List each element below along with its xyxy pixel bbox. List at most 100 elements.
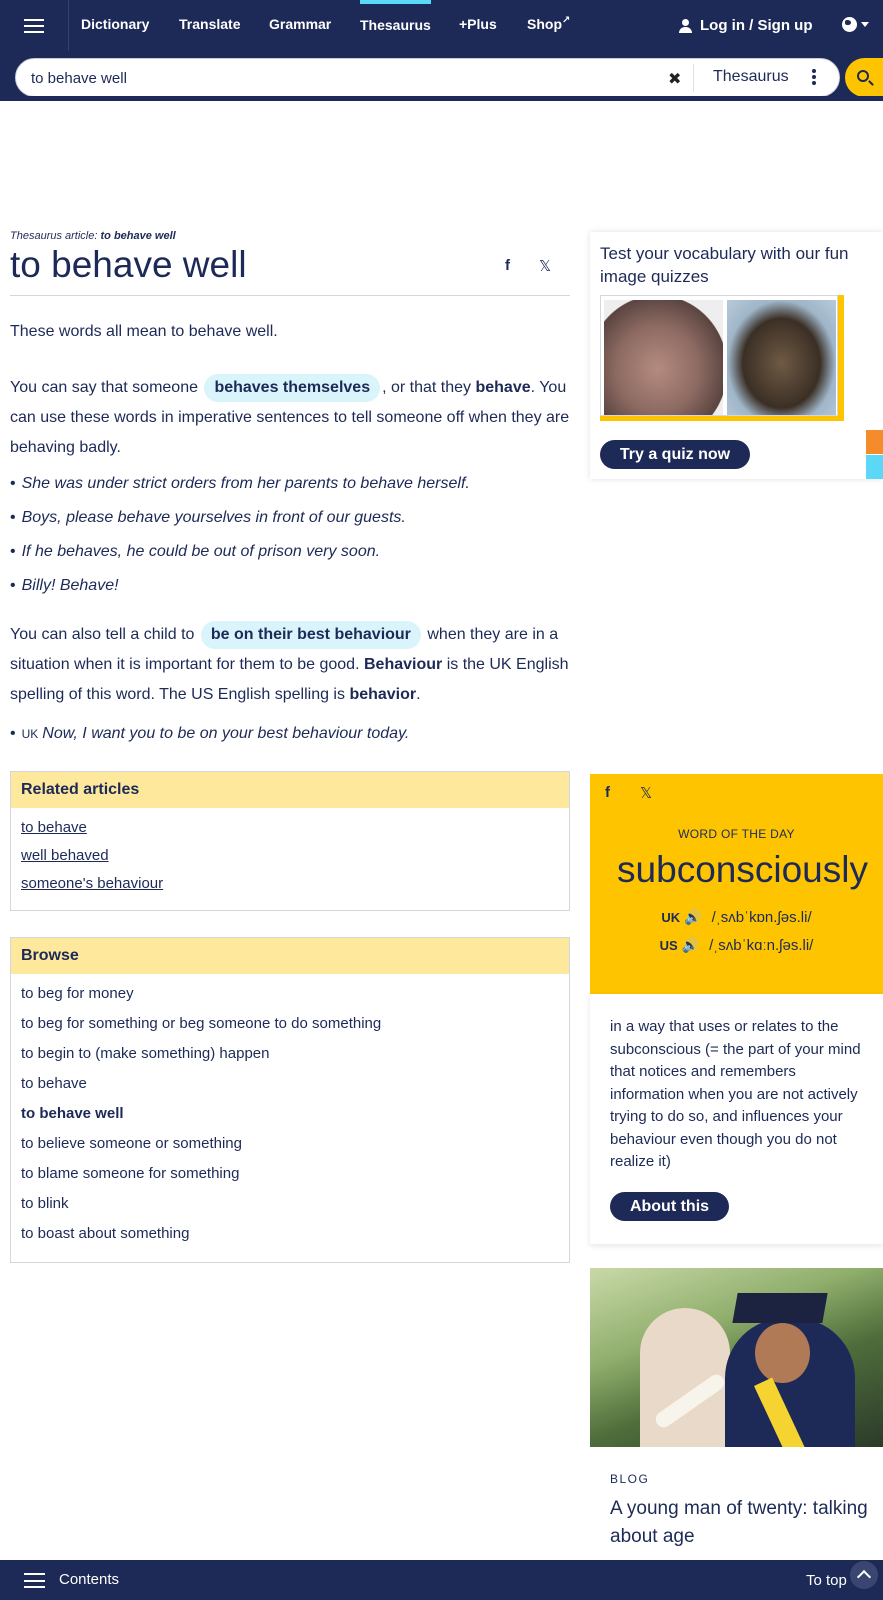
login-label: Log in / Sign up xyxy=(700,17,813,34)
dictionary-select[interactable]: Thesaurus xyxy=(713,68,789,86)
browse-item[interactable]: to behave xyxy=(21,1069,569,1099)
browse-item-current[interactable]: to behave well xyxy=(21,1099,569,1129)
graduation-photo xyxy=(590,1268,883,1447)
hamburger-icon xyxy=(24,18,44,33)
more-options-icon[interactable] xyxy=(812,69,816,85)
wotd-definition: in a way that uses or relates to the sub… xyxy=(610,1018,861,1170)
browse-item[interactable]: to blame someone for something xyxy=(21,1159,569,1189)
to-top-button[interactable]: To top xyxy=(806,1572,847,1589)
hippo-image xyxy=(604,300,723,415)
chevron-down-icon xyxy=(861,22,869,27)
browse-item[interactable]: to believe someone or something xyxy=(21,1129,569,1159)
nav-shop[interactable]: Shop↗ xyxy=(527,0,570,51)
globe-icon xyxy=(842,17,857,32)
feedback-tab[interactable] xyxy=(866,455,883,479)
keyword-pill: behaves themselves xyxy=(204,374,381,402)
bottom-bar: Contents To top xyxy=(0,1560,883,1600)
example-text: She was under strict orders from her par… xyxy=(21,475,470,492)
example-text: Billy! Behave! xyxy=(21,577,119,594)
example-sentence: • Billy! Behave! xyxy=(10,577,119,594)
search-box: ✖ Thesaurus xyxy=(15,58,840,97)
browse-item[interactable]: to beg for something or beg someone to d… xyxy=(21,1009,569,1039)
divider xyxy=(10,295,570,296)
para1-text-a: You can say that someone xyxy=(10,379,198,396)
nav-dictionary[interactable]: Dictionary xyxy=(81,0,149,51)
example-text: Boys, please behave yourselves in front … xyxy=(21,509,406,526)
blog-tag: BLOG xyxy=(610,1472,650,1486)
blog-card[interactable]: BLOG A young man of twenty: talking abou… xyxy=(590,1268,883,1558)
paragraph-2: You can also tell a child to be on their… xyxy=(10,620,570,710)
nav-translate[interactable]: Translate xyxy=(179,0,240,51)
search-input[interactable] xyxy=(31,68,631,88)
example-text: If he behaves, he could be out of prison… xyxy=(21,543,381,560)
us-label: US xyxy=(659,938,678,953)
search-button[interactable] xyxy=(845,58,883,97)
related-heading: Related articles xyxy=(11,772,569,808)
related-articles-box: Related articles to behave well behaved … xyxy=(10,771,570,911)
us-ipa: /ˌsʌbˈkɑːn.ʃəs.li/ xyxy=(709,937,814,954)
speaker-icon[interactable]: 🔊 xyxy=(682,937,699,953)
divider xyxy=(693,64,694,92)
uk-ipa: /ˌsʌbˈkɒn.ʃəs.li/ xyxy=(711,909,812,926)
external-link-icon: ↗ xyxy=(562,15,571,26)
try-quiz-button[interactable]: Try a quiz now xyxy=(600,440,750,469)
para2-bold-2: behavior xyxy=(349,686,417,703)
nav-shop-label: Shop xyxy=(527,16,562,32)
example-text: Now, I want you to be on your best behav… xyxy=(42,725,410,742)
related-link[interactable]: well behaved xyxy=(21,842,569,870)
page-title: to behave well xyxy=(10,244,247,285)
speaker-icon[interactable]: 🔊 xyxy=(684,909,701,925)
wotd-label: WORD OF THE DAY xyxy=(678,827,795,841)
search-bar: ✖ Thesaurus xyxy=(0,51,883,101)
browse-list: to beg for money to beg for something or… xyxy=(11,974,569,1249)
seal-image xyxy=(727,300,836,415)
x-share-icon[interactable]: 𝕏 xyxy=(539,257,551,275)
example-sentence: • UK Now, I want you to be on your best be… xyxy=(10,725,410,742)
browse-heading: Browse xyxy=(11,938,569,974)
related-link[interactable]: to behave xyxy=(21,814,569,842)
clear-icon[interactable]: ✖ xyxy=(668,69,681,89)
browse-item[interactable]: to boast about something xyxy=(21,1219,569,1249)
uk-label: UK xyxy=(661,910,681,925)
nav-thesaurus[interactable]: Thesaurus xyxy=(360,0,431,51)
login-link[interactable]: Log in / Sign up xyxy=(679,0,812,51)
browse-item[interactable]: to blink xyxy=(21,1189,569,1219)
facebook-share-icon[interactable]: f xyxy=(505,257,510,274)
contents-button[interactable]: Contents xyxy=(59,1571,119,1588)
related-list: to behave well behaved someone's behavio… xyxy=(11,808,569,898)
wotd-word[interactable]: subconsciously xyxy=(590,849,883,891)
example-sentence: • Boys, please behave yourselves in front… xyxy=(10,509,406,526)
quiz-title: Test your vocabulary with our fun image … xyxy=(600,244,849,286)
menu-button[interactable] xyxy=(0,0,69,51)
x-share-icon[interactable]: 𝕏 xyxy=(640,784,652,802)
example-sentence: • If he behaves, he could be out of priso… xyxy=(10,543,381,560)
language-selector[interactable] xyxy=(842,17,869,32)
blog-title[interactable]: A young man of twenty: talking about age xyxy=(610,1495,875,1551)
para2-text-d: . xyxy=(416,686,421,703)
para1-text-b: , or that they xyxy=(382,379,472,396)
intro-text: These words all mean to behave well. xyxy=(10,323,278,340)
quiz-images xyxy=(600,295,838,416)
browse-item[interactable]: to begin to (make something) happen xyxy=(21,1039,569,1069)
example-sentence: • She was under strict orders from her pa… xyxy=(10,475,470,492)
nav-plus[interactable]: +Plus xyxy=(459,0,497,51)
us-pronunciation: US 🔊 /ˌsʌbˈkɑːn.ʃəs.li/ xyxy=(590,937,883,954)
word-of-the-day: f 𝕏 WORD OF THE DAY subconsciously UK 🔊 /ˌ… xyxy=(590,774,883,994)
nav-grammar[interactable]: Grammar xyxy=(269,0,331,51)
wotd-definition-card: in a way that uses or relates to the sub… xyxy=(590,994,883,1244)
browse-item[interactable]: to beg for money xyxy=(21,979,569,1009)
uk-pronunciation: UK 🔊 /ˌsʌbˈkɒn.ʃəs.li/ xyxy=(590,909,883,926)
quiz-image-frame[interactable] xyxy=(600,295,844,421)
feedback-tab[interactable] xyxy=(866,430,883,454)
related-link[interactable]: someone's behaviour xyxy=(21,870,569,898)
contents-menu-icon[interactable] xyxy=(24,1573,45,1588)
user-icon xyxy=(679,18,692,33)
chevron-up-icon[interactable] xyxy=(850,1561,878,1589)
top-nav: Dictionary Translate Grammar Thesaurus +… xyxy=(0,0,883,51)
crumb-prefix: Thesaurus article: xyxy=(10,230,98,242)
browse-box: Browse to beg for money to beg for somet… xyxy=(10,937,570,1263)
search-icon xyxy=(857,70,869,82)
about-this-button[interactable]: About this xyxy=(610,1192,729,1221)
quiz-card: Test your vocabulary with our fun image … xyxy=(590,232,883,479)
facebook-share-icon[interactable]: f xyxy=(605,784,610,801)
